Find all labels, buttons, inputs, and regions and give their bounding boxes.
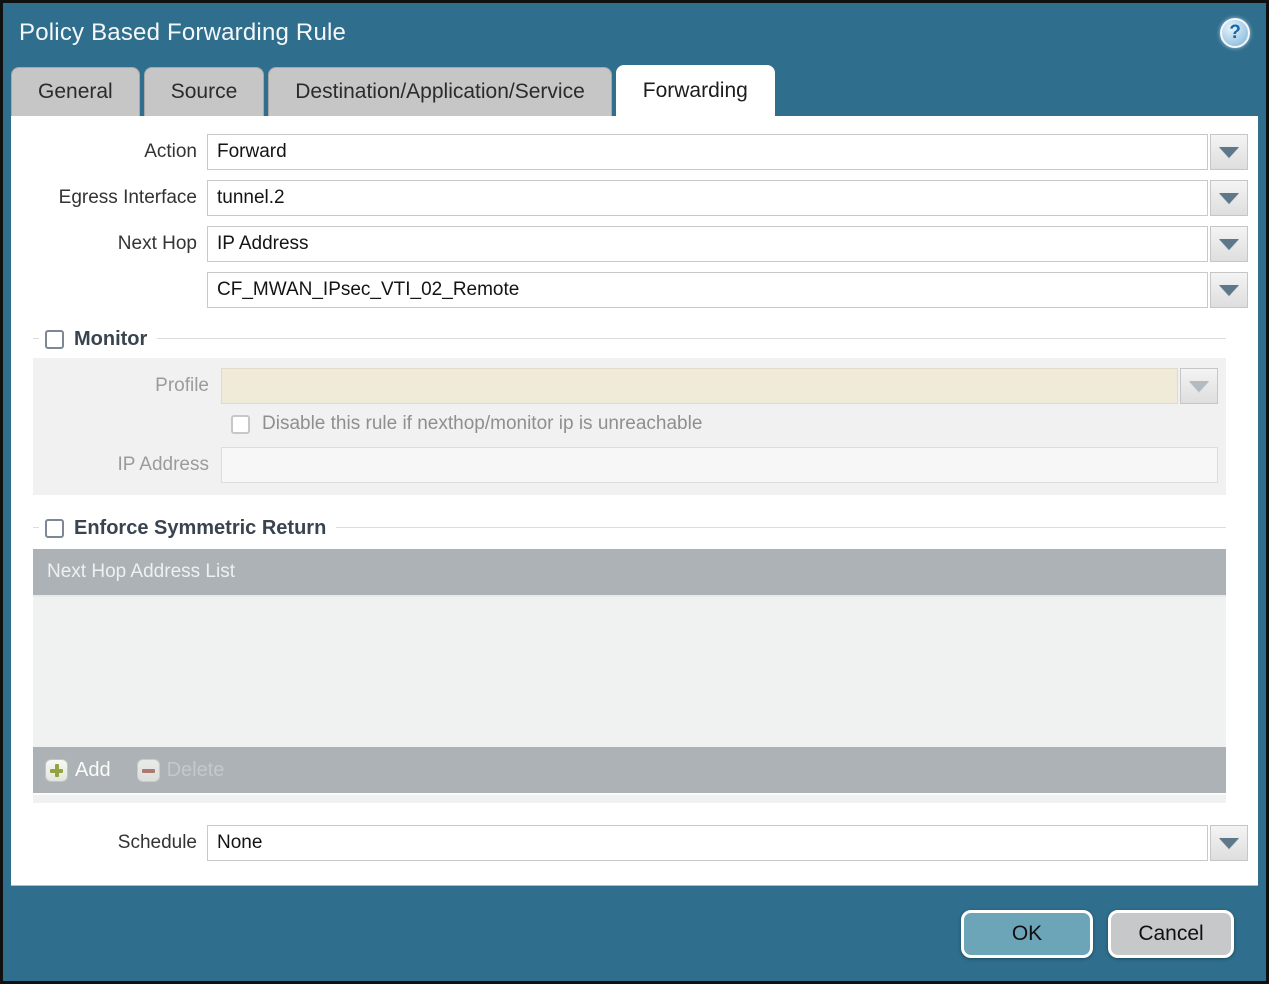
minus-icon <box>136 758 160 782</box>
tab-forwarding[interactable]: Forwarding <box>615 65 775 116</box>
monitor-ip-address-input <box>221 447 1218 483</box>
tab-general[interactable]: General <box>11 67 140 116</box>
schedule-dropdown-button[interactable] <box>1210 825 1248 861</box>
help-icon[interactable]: ? <box>1220 18 1250 48</box>
next-hop-address-table: Next Hop Address List Add Delete <box>33 549 1226 803</box>
egress-interface-row: Egress Interface tunnel.2 <box>11 180 1248 216</box>
schedule-label: Schedule <box>117 832 197 853</box>
next-hop-address-list-body <box>33 597 1226 747</box>
disable-rule-row: Disable this rule if nexthop/monitor ip … <box>231 413 1218 435</box>
next-hop-label: Next Hop <box>117 233 197 254</box>
cancel-button[interactable]: Cancel <box>1108 909 1234 958</box>
egress-interface-input[interactable]: tunnel.2 <box>207 180 1208 216</box>
monitor-ip-address-row: IP Address <box>33 447 1218 483</box>
plus-icon <box>45 758 68 782</box>
next-hop-type-input[interactable]: IP Address <box>207 226 1208 262</box>
chevron-down-icon <box>1219 146 1239 158</box>
schedule-input[interactable]: None <box>207 825 1208 861</box>
next-hop-address-list-header: Next Hop Address List <box>33 549 1226 597</box>
profile-row: Profile <box>33 368 1218 404</box>
monitor-section: Monitor Profile Disable this rule if nex… <box>33 326 1226 495</box>
chevron-down-icon <box>1219 192 1239 204</box>
tab-source[interactable]: Source <box>143 67 265 116</box>
action-dropdown-button[interactable] <box>1210 134 1248 170</box>
action-label: Action <box>144 141 197 162</box>
symmetric-return-section: Enforce Symmetric Return Next Hop Addres… <box>33 515 1226 803</box>
profile-input <box>221 368 1178 404</box>
egress-interface-label: Egress Interface <box>58 187 197 208</box>
profile-dropdown-button <box>1180 368 1218 404</box>
monitor-title: Monitor <box>74 327 148 350</box>
title-bar: Policy Based Forwarding Rule ? <box>3 3 1266 63</box>
table-bottom-strip <box>33 793 1226 803</box>
next-hop-address-input[interactable]: CF_MWAN_IPsec_VTI_02_Remote <box>207 272 1208 308</box>
next-hop-dropdown-button[interactable] <box>1210 226 1248 262</box>
monitor-legend: Monitor <box>33 326 1226 352</box>
monitor-ip-address-label: IP Address <box>117 454 209 475</box>
ok-button[interactable]: OK <box>961 909 1093 958</box>
dialog-footer: OK Cancel <box>3 886 1266 981</box>
chevron-down-icon <box>1189 380 1209 392</box>
disable-rule-label: Disable this rule if nexthop/monitor ip … <box>262 413 703 434</box>
forwarding-tab-panel: Action Forward Egress Interface tunnel.2… <box>11 116 1258 886</box>
monitor-checkbox[interactable] <box>45 329 64 349</box>
action-input[interactable]: Forward <box>207 134 1208 170</box>
add-button[interactable]: Add <box>45 758 111 782</box>
chevron-down-icon <box>1219 238 1239 250</box>
chevron-down-icon <box>1219 837 1239 849</box>
chevron-down-icon <box>1219 284 1239 296</box>
schedule-row: Schedule None <box>11 825 1248 861</box>
tab-destination-application-service[interactable]: Destination/Application/Service <box>268 67 612 116</box>
monitor-body: Profile Disable this rule if nexthop/mon… <box>33 358 1226 495</box>
symmetric-return-title: Enforce Symmetric Return <box>74 516 327 539</box>
next-hop-row: Next Hop IP Address <box>11 226 1248 262</box>
next-hop-address-dropdown-button[interactable] <box>1210 272 1248 308</box>
tab-bar: General Source Destination/Application/S… <box>3 63 1266 116</box>
next-hop-address-row: CF_MWAN_IPsec_VTI_02_Remote <box>11 272 1248 308</box>
egress-interface-dropdown-button[interactable] <box>1210 180 1248 216</box>
symmetric-return-legend: Enforce Symmetric Return <box>33 515 1226 541</box>
dialog-title: Policy Based Forwarding Rule <box>19 19 347 46</box>
profile-label: Profile <box>155 375 209 396</box>
action-row: Action Forward <box>11 134 1248 170</box>
pbf-rule-dialog: Policy Based Forwarding Rule ? General S… <box>0 0 1269 984</box>
disable-rule-checkbox <box>231 414 250 434</box>
next-hop-address-list-toolbar: Add Delete <box>33 747 1226 793</box>
delete-button: Delete <box>136 758 224 782</box>
monitor-legend-rule <box>33 338 1226 339</box>
symmetric-return-checkbox[interactable] <box>45 518 64 538</box>
